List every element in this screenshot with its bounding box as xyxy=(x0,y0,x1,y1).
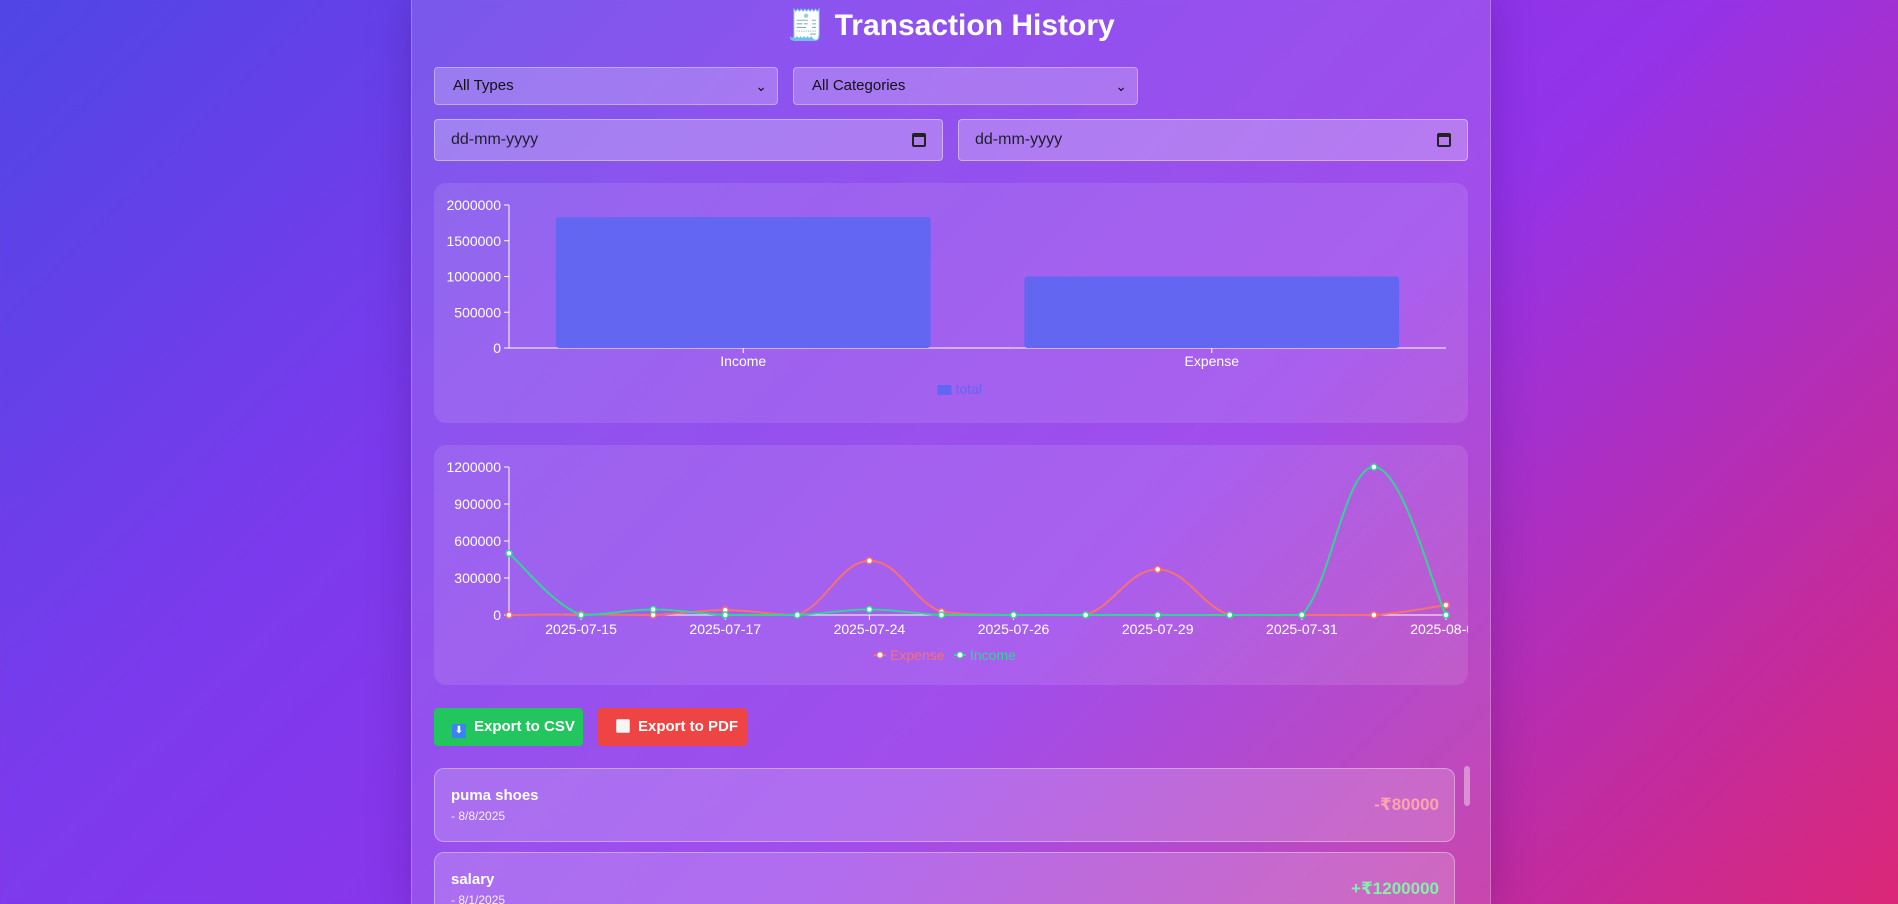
data-point xyxy=(1298,611,1306,619)
transaction-date: - 8/1/2025 xyxy=(451,893,506,904)
type-filter-value: All Types xyxy=(453,77,514,94)
legend-marker xyxy=(956,651,964,659)
export-csv-button[interactable]: ⬇ Export to CSV xyxy=(434,708,583,746)
list-scrollbar[interactable] xyxy=(1464,766,1470,806)
category-filter-value: All Categories xyxy=(812,77,906,94)
data-point xyxy=(505,549,513,558)
bar-chart-card: 0 500000 1000000 1500000 2000000 Income Expens… xyxy=(434,183,1468,423)
date-to-placeholder: dd-mm-yyyy xyxy=(975,131,1063,148)
date-from-placeholder: dd-mm-yyyy xyxy=(451,131,539,148)
data-point xyxy=(721,611,729,619)
y-tick-label: 900000 xyxy=(454,496,501,512)
y-tick-label: 1000000 xyxy=(446,269,501,285)
category-filter-select[interactable]: All Categories ⌄ xyxy=(793,67,1138,105)
y-tick-label: 600000 xyxy=(454,533,501,549)
bar xyxy=(1024,276,1400,348)
data-point xyxy=(1370,463,1378,471)
data-point xyxy=(793,611,802,619)
calendar-icon[interactable] xyxy=(1437,133,1451,147)
calendar-icon[interactable] xyxy=(912,133,926,147)
date-to-input[interactable]: dd-mm-yyyy xyxy=(958,119,1468,161)
y-tick-label: 500000 xyxy=(454,304,501,320)
data-point xyxy=(865,556,874,565)
y-tick-label: 0 xyxy=(493,607,501,623)
data-point xyxy=(937,611,946,619)
y-tick-label: 0 xyxy=(493,340,501,356)
transaction-history-panel: 🧾 Transaction History All Types ⌄ All Cat… xyxy=(411,0,1491,904)
y-tick-label: 300000 xyxy=(454,570,501,586)
series-line-income xyxy=(508,465,1447,617)
chevron-down-icon: ⌄ xyxy=(755,78,767,94)
x-tick-label: 2025-07-24 xyxy=(834,621,906,637)
data-point xyxy=(1442,601,1450,609)
x-tick-label: Expense xyxy=(1185,353,1240,369)
date-from-input[interactable]: dd-mm-yyyy xyxy=(434,119,943,161)
legend-label: total xyxy=(956,381,982,397)
x-tick-label: 2025-07-31 xyxy=(1266,621,1338,637)
data-point xyxy=(1226,611,1234,619)
data-point xyxy=(865,605,874,614)
x-tick-label: 2025-07-17 xyxy=(689,621,761,637)
bar xyxy=(555,217,931,348)
receipt-icon: 🧾 xyxy=(787,9,825,42)
legend-label: Income xyxy=(970,647,1016,663)
type-filter-select[interactable]: All Types ⌄ xyxy=(434,67,778,105)
transaction-item[interactable]: puma shoes - 8/8/2025 -₹80000 xyxy=(434,768,1455,842)
transaction-name: puma shoes xyxy=(451,787,539,804)
data-point xyxy=(1153,565,1162,574)
legend-swatch xyxy=(937,385,952,395)
x-tick-label: 2025-07-26 xyxy=(978,621,1050,637)
bar-chart: 0 500000 1000000 1500000 2000000 Income Expens… xyxy=(446,197,1446,397)
page-title: 🧾 Transaction History xyxy=(412,6,1490,46)
x-tick-label: 2025-07-15 xyxy=(545,621,617,637)
data-point xyxy=(649,605,657,614)
export-pdf-button[interactable]: Export to PDF xyxy=(598,708,747,746)
transaction-item[interactable]: salary - 8/1/2025 +₹1200000 xyxy=(434,852,1455,904)
y-tick-label: 1500000 xyxy=(446,233,501,249)
y-tick-label: 1200000 xyxy=(446,459,501,475)
data-point xyxy=(1370,611,1378,619)
line-chart: 0 300000 600000 900000 1200000 2025-07-15 2025… xyxy=(446,459,1482,663)
legend-label: Expense xyxy=(890,647,945,663)
data-point xyxy=(1153,611,1162,619)
data-point xyxy=(1442,611,1450,619)
legend-marker xyxy=(876,651,884,659)
x-tick-label: 2025-07-29 xyxy=(1122,621,1194,637)
data-point xyxy=(1009,611,1018,619)
chevron-down-icon: ⌄ xyxy=(1115,78,1127,94)
x-tick-label: Income xyxy=(720,353,766,369)
transaction-date: - 8/8/2025 xyxy=(451,809,506,823)
data-point xyxy=(505,611,513,619)
transaction-amount: -₹80000 xyxy=(1374,795,1439,814)
download-icon: ⬇ xyxy=(452,724,466,738)
data-point xyxy=(1081,611,1090,619)
data-point xyxy=(577,611,585,619)
transaction-name: salary xyxy=(451,871,495,888)
y-tick-label: 2000000 xyxy=(446,197,501,213)
x-tick-label: 2025-08-08 xyxy=(1410,621,1468,637)
line-chart-card: 0 300000 600000 900000 1200000 2025-07-15 2025… xyxy=(434,445,1482,685)
series-line-expense xyxy=(508,559,1447,617)
transaction-amount: +₹1200000 xyxy=(1351,879,1439,898)
document-icon xyxy=(616,719,630,733)
